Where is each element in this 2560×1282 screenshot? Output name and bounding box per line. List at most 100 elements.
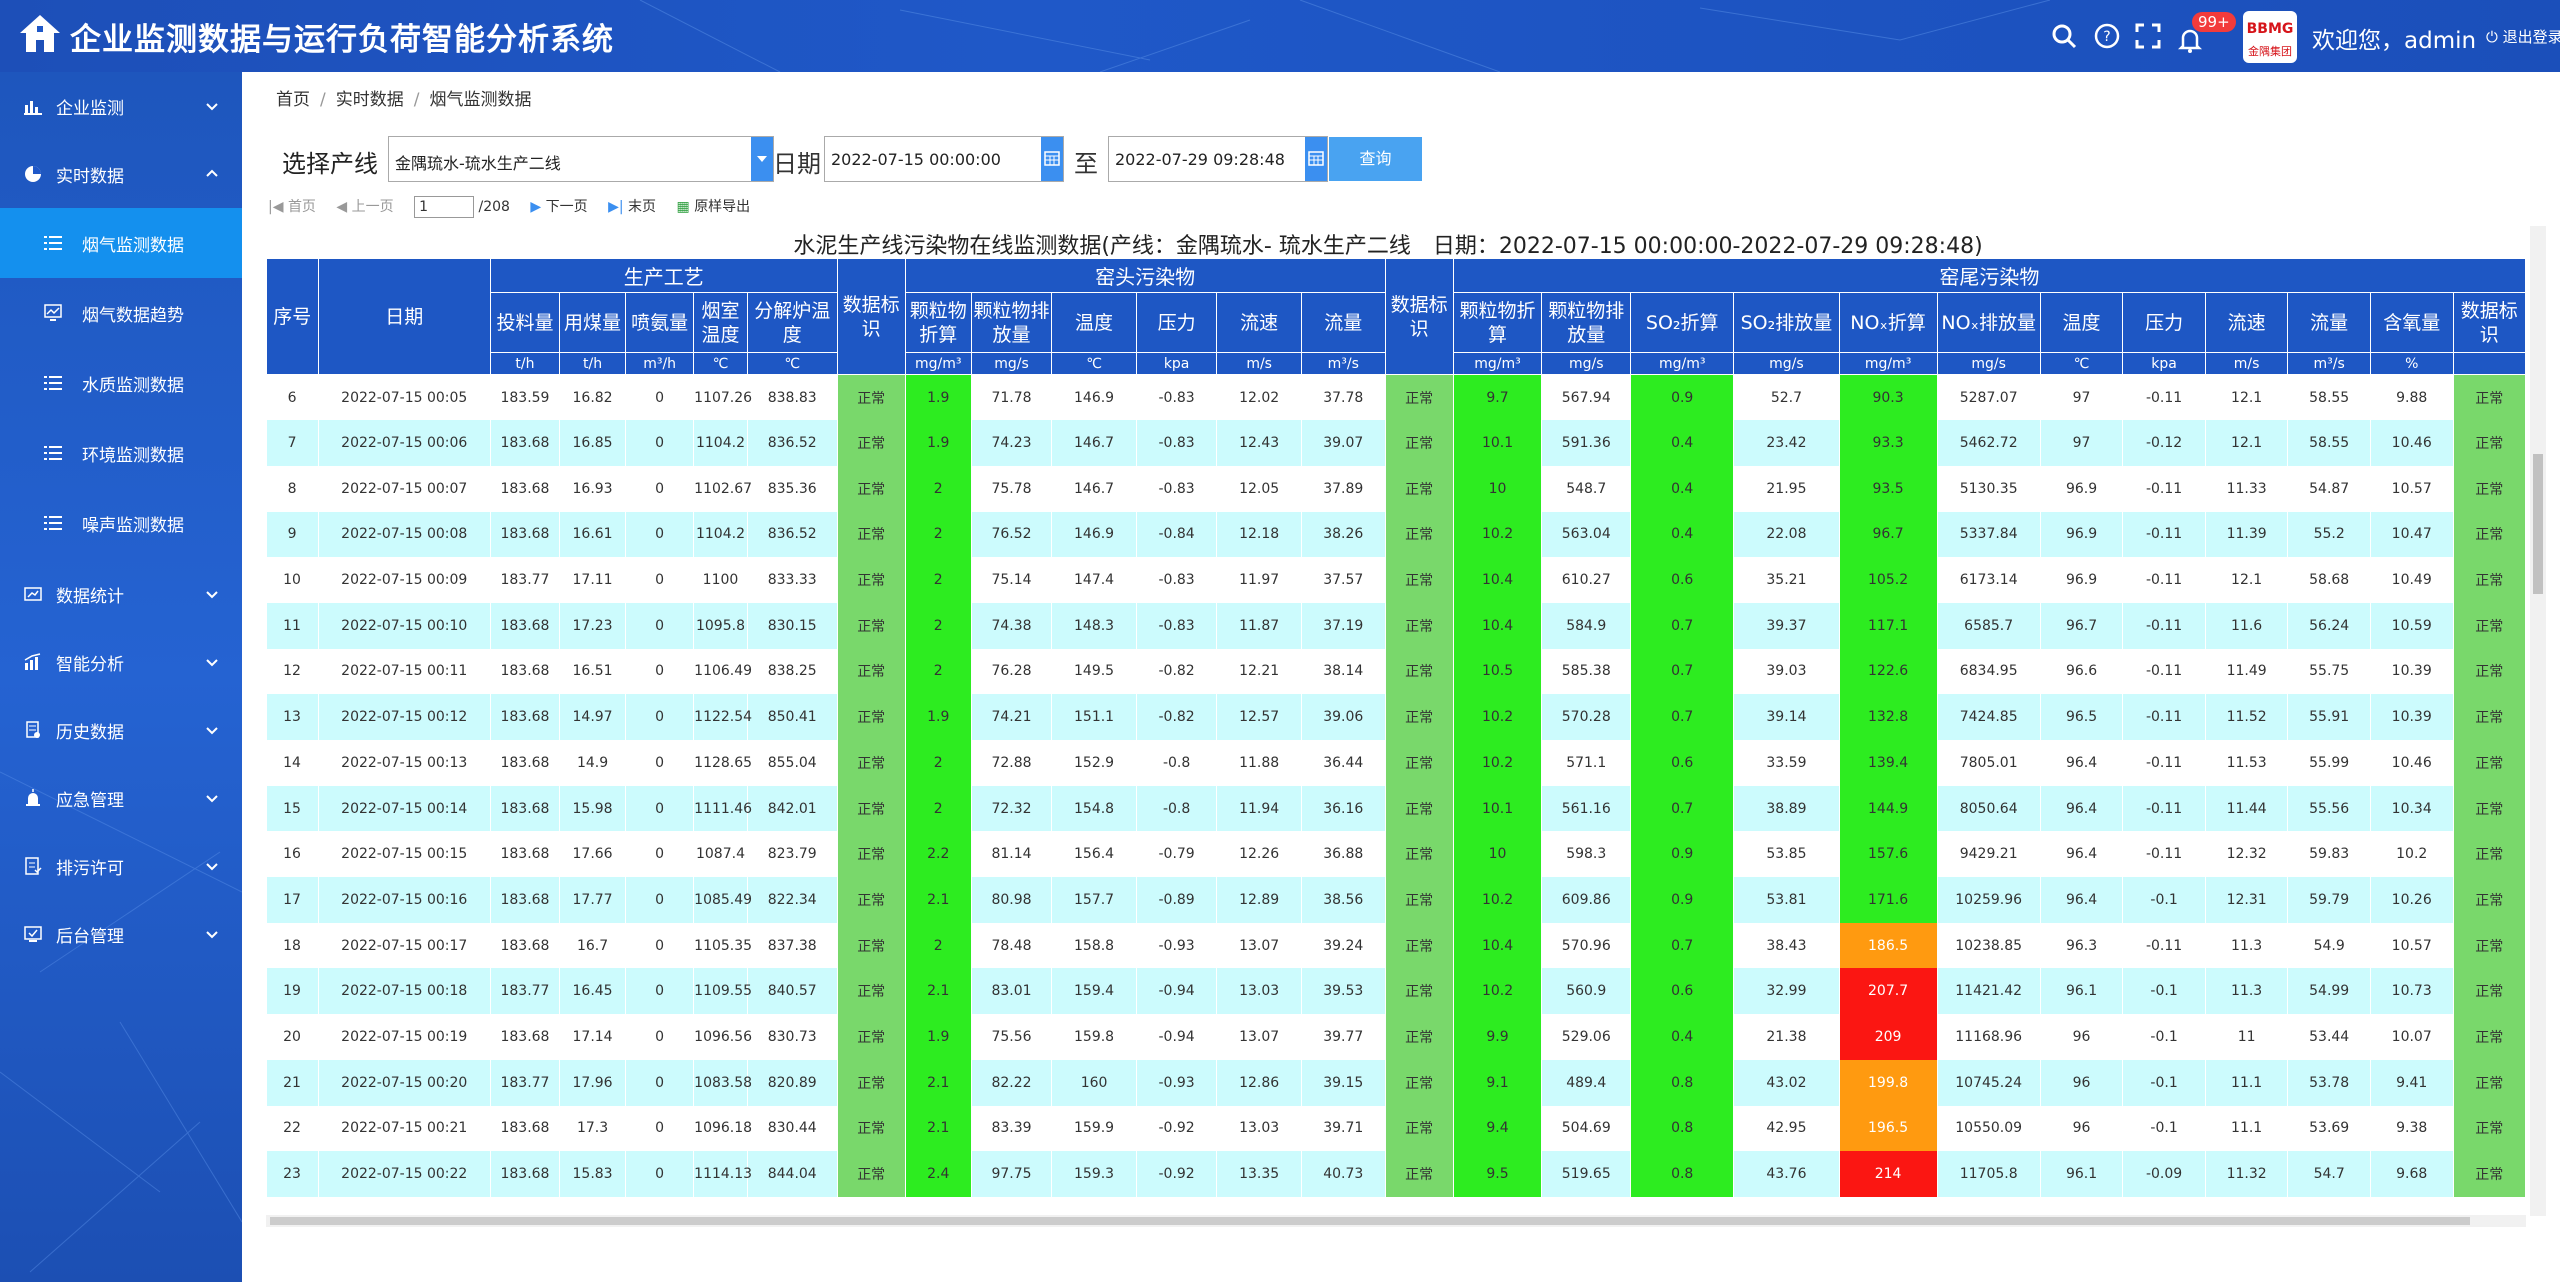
sidebar-item-discharge-permit[interactable]: 排污许可: [0, 832, 242, 900]
brand-subtext: 金隅集团: [2248, 44, 2292, 58]
table-cell: 12.31: [2205, 877, 2289, 923]
table-cell: 10550.09: [1937, 1105, 2041, 1152]
export-link[interactable]: ▦ 原样导出: [677, 196, 751, 216]
list-icon: [44, 516, 62, 530]
table-cell: 489.4: [1541, 1059, 1632, 1106]
table-row[interactable]: 17 2022-07-15 00:16 183.68 17.77 0 1085.49 822…: [266, 877, 2526, 923]
table-cell: 1111.46: [693, 785, 752, 832]
calendar-button[interactable]: [1041, 137, 1063, 181]
table-cell: 正常: [837, 694, 906, 740]
sidebar-item-enterprise-monitoring[interactable]: 企业监测: [0, 72, 242, 140]
logout-link[interactable]: ⏻ 退出登录: [2486, 26, 2560, 47]
table-row[interactable]: 22 2022-07-15 00:21 183.68 17.3 0 1096.18 830.…: [266, 1105, 2526, 1152]
sidebar-item-emergency-management[interactable]: 应急管理: [0, 764, 242, 832]
table-cell: 正常: [2453, 511, 2526, 558]
home-logo-icon[interactable]: [18, 12, 62, 56]
data-table-container[interactable]: 序号 日期 生产工艺 数据标识 窑头污染物 数据标识 窑尾污染物 投料量 用煤量喷…: [266, 258, 2526, 1213]
sidebar-item-history-data[interactable]: 历史数据: [0, 696, 242, 764]
last-page-link[interactable]: ▶| 末页: [608, 196, 656, 216]
table-row[interactable]: 19 2022-07-15 00:18 183.77 16.45 0 1109.55 840…: [266, 968, 2526, 1015]
sidebar-item-realtime-data[interactable]: 实时数据: [0, 140, 242, 208]
table-cell: 96.4: [2040, 831, 2124, 878]
sidebar-item-backend-management[interactable]: 后台管理: [0, 900, 242, 968]
table-cell: 96: [2040, 1059, 2124, 1106]
table-cell: 正常: [2453, 1014, 2526, 1060]
help-icon[interactable]: ?: [2093, 22, 2121, 50]
table-cell: 96.4: [2040, 785, 2124, 832]
sidebar-item-smart-analysis[interactable]: 智能分析: [0, 628, 242, 696]
calendar-button[interactable]: [1305, 137, 1327, 181]
table-cell: 正常: [2453, 557, 2526, 603]
table-cell: 10.34: [2370, 785, 2454, 832]
next-page-link[interactable]: ▶ 下一页: [530, 196, 587, 216]
table-cell: 96.4: [2040, 877, 2124, 923]
page-number-input[interactable]: 1: [414, 196, 475, 218]
sidebar-subitem-flue-gas-data[interactable]: 烟气监测数据: [0, 208, 242, 278]
sidebar-subitem-environment-data[interactable]: 环境监测数据: [0, 418, 242, 488]
column-unit: mg/m³: [904, 352, 972, 375]
table-cell: 609.86: [1541, 877, 1632, 923]
horizontal-scroll-thumb[interactable]: [270, 1217, 2470, 1225]
table-row[interactable]: 14 2022-07-15 00:13 183.68 14.9 0 1128.65 855.…: [266, 740, 2526, 786]
table-row[interactable]: 8 2022-07-15 00:07 183.68 16.93 0 1102.67 835.…: [266, 465, 2526, 512]
sidebar-item-data-statistics[interactable]: 数据统计: [0, 560, 242, 628]
table-row[interactable]: 11 2022-07-15 00:10 183.68 17.23 0 1095.8 830.…: [266, 602, 2526, 649]
line-select[interactable]: 金隅琉水-琉水生产二线: [388, 136, 774, 182]
prev-page-link[interactable]: ◀ 上一页: [336, 196, 393, 216]
horizontal-scrollbar[interactable]: [266, 1215, 2526, 1227]
first-page-link[interactable]: |◀ 首页: [268, 196, 316, 216]
sidebar-subitem-flue-gas-trend[interactable]: 烟气数据趋势: [0, 278, 242, 348]
end-date-input[interactable]: 2022-07-29 09:28:48: [1108, 136, 1328, 182]
table-cell: -0.8: [1136, 740, 1218, 786]
table-cell: 正常: [837, 557, 906, 603]
table-cell: 199.8: [1839, 1059, 1938, 1106]
table-row[interactable]: 18 2022-07-15 00:17 183.68 16.7 0 1105.35 837.…: [266, 922, 2526, 969]
breadcrumb-realtime[interactable]: 实时数据: [336, 90, 404, 110]
table-cell: 13.07: [1216, 1014, 1302, 1060]
table-row[interactable]: 12 2022-07-15 00:11 183.68 16.51 0 1106.49 838…: [266, 648, 2526, 695]
table-cell: -0.11: [2122, 374, 2206, 421]
column-header: NOₓ折算: [1838, 292, 1938, 353]
table-cell: 183.68: [490, 1105, 561, 1152]
table-row[interactable]: 23 2022-07-15 00:22 183.68 15.83 0 1114.13 844…: [266, 1151, 2526, 1197]
table-cell: 正常: [837, 374, 906, 421]
breadcrumb-home[interactable]: 首页: [276, 90, 310, 110]
list-icon: [44, 446, 62, 460]
fullscreen-icon[interactable]: [2134, 22, 2162, 50]
table-row[interactable]: 16 2022-07-15 00:15 183.68 17.66 0 1087.4 823.…: [266, 831, 2526, 878]
search-icon[interactable]: [2050, 22, 2078, 50]
table-row[interactable]: 9 2022-07-15 00:08 183.68 16.61 0 1104.2 836.5…: [266, 511, 2526, 558]
column-header: 用煤量: [559, 292, 627, 353]
column-unit: mg/m³: [1452, 352, 1543, 375]
start-date-input[interactable]: 2022-07-15 00:00:00: [824, 136, 1064, 182]
vertical-scroll-thumb[interactable]: [2533, 454, 2543, 594]
sidebar-item-label: 历史数据: [56, 722, 124, 743]
table-row[interactable]: 10 2022-07-15 00:09 183.77 17.11 0 1100 833.33…: [266, 557, 2526, 603]
table-cell: -0.82: [1136, 694, 1218, 740]
table-cell: 17.14: [559, 1014, 627, 1060]
sidebar-subitem-noise-data[interactable]: 噪声监测数据: [0, 488, 242, 558]
column-unit: mg/m³: [1838, 352, 1938, 375]
vertical-scrollbar[interactable]: [2530, 226, 2546, 1216]
table-cell: 17.66: [559, 831, 627, 878]
table-cell: 183.68: [490, 740, 561, 786]
column-unit: mg/s: [1541, 352, 1632, 375]
table-cell: 9.68: [2370, 1151, 2454, 1197]
table-cell: 820.89: [747, 1059, 838, 1106]
table-row[interactable]: 20 2022-07-15 00:19 183.68 17.14 0 1096.56 830…: [266, 1014, 2526, 1060]
table-cell: 154.8: [1051, 785, 1137, 832]
chevron-down-icon: [206, 659, 218, 667]
table-row[interactable]: 13 2022-07-15 00:12 183.68 14.97 0 1122.54 850…: [266, 694, 2526, 740]
sidebar-subitem-water-data[interactable]: 水质监测数据: [0, 348, 242, 418]
table-cell: 11.94: [1216, 785, 1302, 832]
table-cell: 2022-07-15 00:21: [318, 1105, 491, 1152]
query-button[interactable]: 查询: [1329, 137, 1422, 181]
table-row[interactable]: 7 2022-07-15 00:06 183.68 16.85 0 1104.2 836.5…: [266, 420, 2526, 466]
table-row[interactable]: 21 2022-07-15 00:20 183.77 17.96 0 1083.58 820…: [266, 1059, 2526, 1106]
table-cell: 正常: [1385, 785, 1454, 832]
sidebar-item-label: 智能分析: [56, 654, 124, 675]
table-row[interactable]: 6 2022-07-15 00:05 183.59 16.82 0 1107.26 838.…: [266, 374, 2526, 421]
table-row[interactable]: 15 2022-07-15 00:14 183.68 15.98 0 1111.46 842…: [266, 785, 2526, 832]
table-cell: 567.94: [1541, 374, 1632, 421]
dropdown-button[interactable]: [751, 137, 773, 181]
